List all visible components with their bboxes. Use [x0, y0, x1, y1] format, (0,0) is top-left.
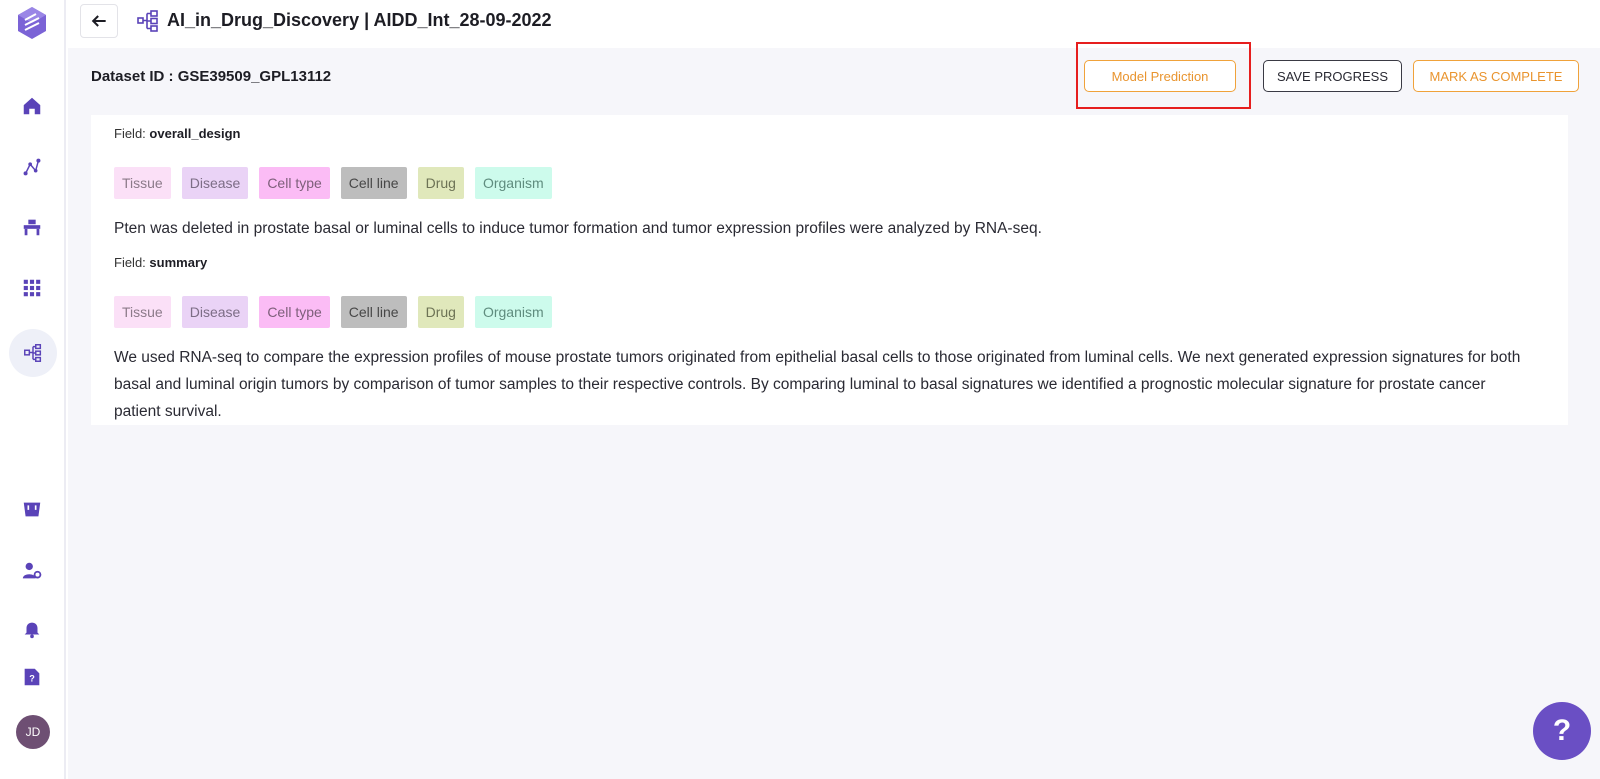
- dataset-id: Dataset ID : GSE39509_GPL13112: [91, 68, 332, 85]
- app-logo-icon[interactable]: [16, 6, 48, 40]
- tag-cell-line[interactable]: Cell line: [340, 167, 407, 199]
- home-icon[interactable]: [16, 90, 48, 122]
- svg-text:?: ?: [29, 674, 35, 684]
- help-button[interactable]: ?: [1533, 702, 1591, 760]
- field-name: summary: [149, 255, 208, 270]
- tag-tissue[interactable]: Tissue: [114, 296, 171, 328]
- tag-disease[interactable]: Disease: [181, 167, 249, 199]
- workbench-icon[interactable]: [16, 211, 48, 243]
- bell-icon[interactable]: [16, 613, 48, 645]
- fields-card: Field: overall_design Tissue Disease Cel…: [91, 115, 1568, 425]
- main-content: Dataset ID : GSE39509_GPL13112 Model Pre…: [68, 42, 1600, 779]
- tag-organism[interactable]: Organism: [474, 296, 552, 328]
- field-label-prefix: Field:: [114, 255, 146, 270]
- tag-tissue[interactable]: Tissue: [114, 167, 171, 199]
- back-button[interactable]: [80, 4, 118, 38]
- curation-icon[interactable]: [9, 329, 57, 377]
- cart-icon[interactable]: [16, 493, 48, 525]
- apps-grid-icon[interactable]: [16, 272, 48, 304]
- field-label: Field: overall_design: [114, 126, 240, 141]
- model-prediction-button[interactable]: Model Prediction: [1084, 60, 1236, 92]
- field-label: Field: summary: [114, 255, 207, 270]
- tag-group: Tissue Disease Cell type Cell line Drug …: [114, 296, 552, 328]
- tag-disease[interactable]: Disease: [181, 296, 249, 328]
- tag-drug[interactable]: Drug: [417, 167, 464, 199]
- user-settings-icon[interactable]: [16, 555, 48, 587]
- graph-icon[interactable]: [16, 151, 48, 183]
- save-progress-button[interactable]: SAVE PROGRESS: [1263, 60, 1402, 92]
- page-title: AI_in_Drug_Discovery | AIDD_Int_28-09-20…: [167, 10, 552, 30]
- field-label-prefix: Field:: [114, 126, 146, 141]
- help-doc-icon[interactable]: ?: [16, 661, 48, 693]
- tag-drug[interactable]: Drug: [417, 296, 464, 328]
- curation-title-icon: [136, 9, 160, 33]
- tag-cell-type[interactable]: Cell type: [259, 167, 330, 199]
- avatar[interactable]: JD: [16, 715, 50, 749]
- field-text[interactable]: We used RNA-seq to compare the expressio…: [114, 344, 1534, 425]
- sidebar: ? JD: [0, 0, 66, 779]
- mark-as-complete-button[interactable]: MARK AS COMPLETE: [1413, 60, 1579, 92]
- tag-group: Tissue Disease Cell type Cell line Drug …: [114, 167, 552, 199]
- top-bar: AI_in_Drug_Discovery | AIDD_Int_28-09-20…: [68, 0, 1600, 48]
- tag-cell-type[interactable]: Cell type: [259, 296, 330, 328]
- field-name: overall_design: [149, 126, 241, 141]
- tag-organism[interactable]: Organism: [474, 167, 552, 199]
- tag-cell-line[interactable]: Cell line: [340, 296, 407, 328]
- field-text[interactable]: Pten was deleted in prostate basal or lu…: [114, 215, 1534, 242]
- arrow-left-icon: [91, 15, 106, 27]
